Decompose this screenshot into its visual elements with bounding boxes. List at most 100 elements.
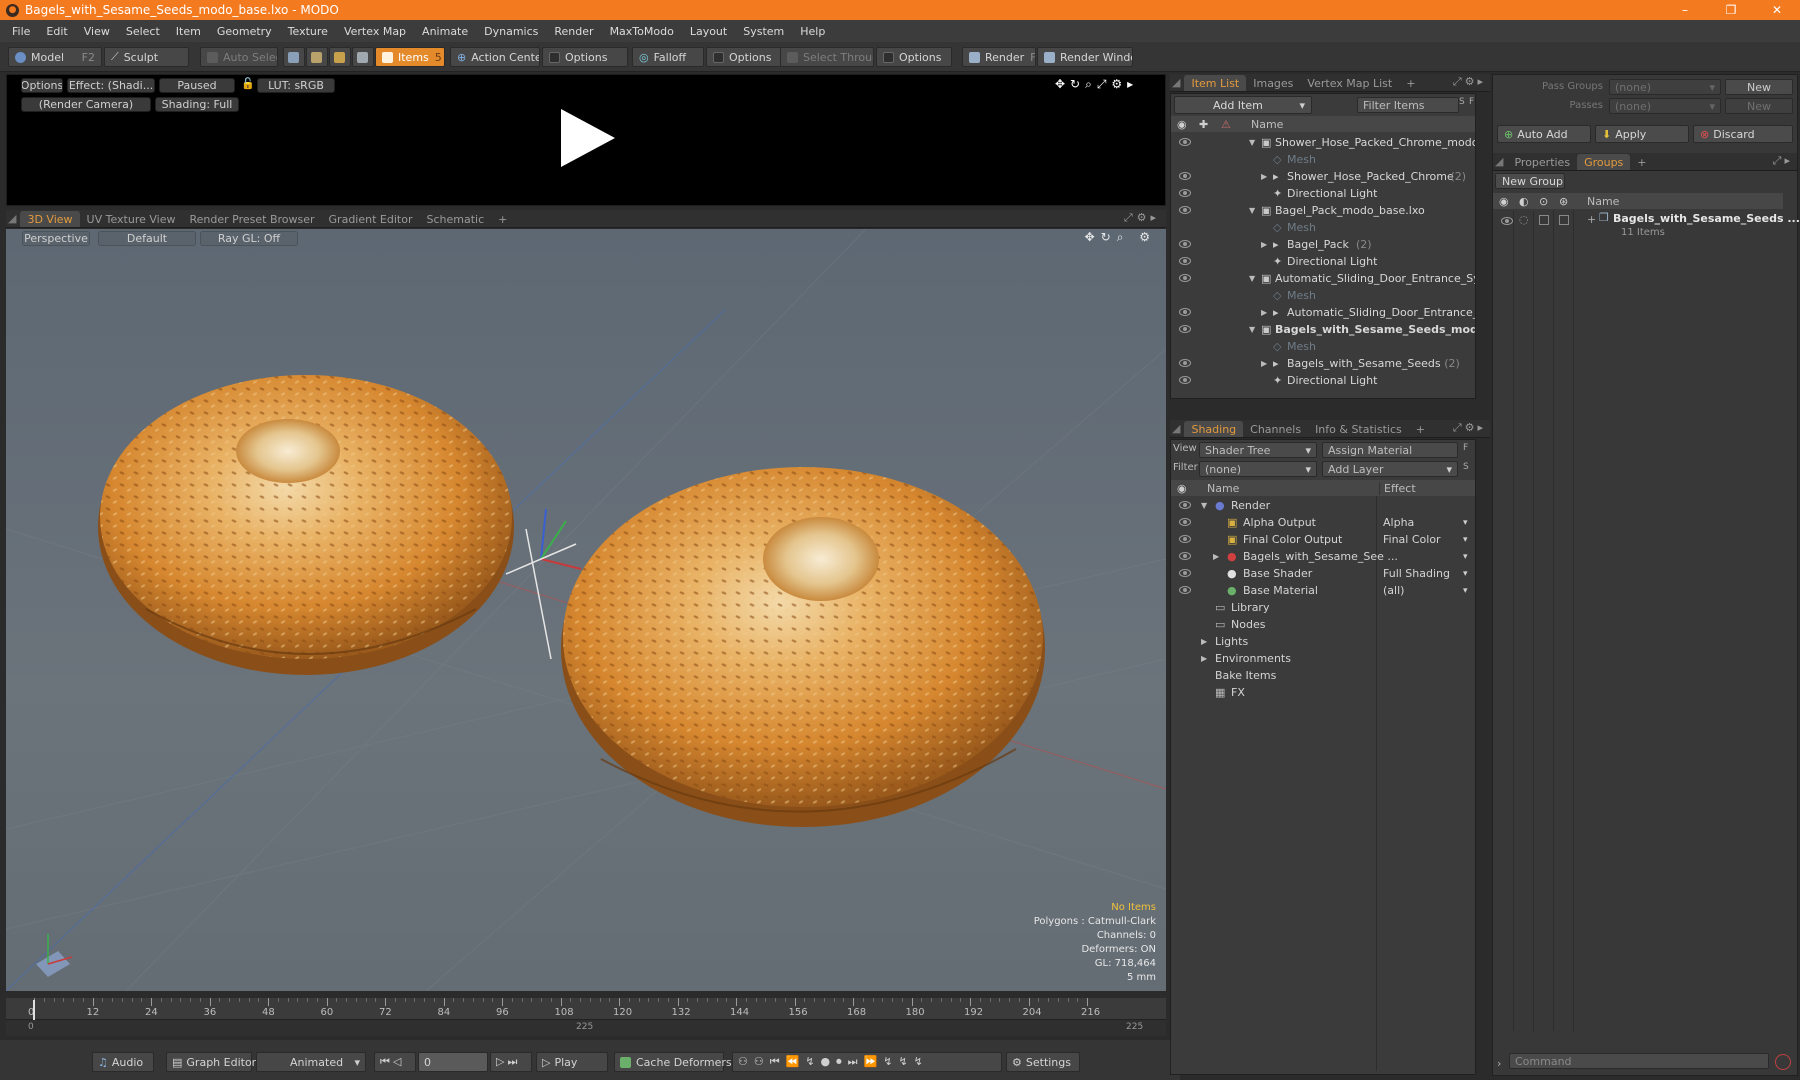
perspective-dropdown[interactable]: Perspective xyxy=(22,231,90,246)
falloff-button[interactable]: ◎ Falloff xyxy=(632,47,704,67)
maximize-button[interactable]: ❐ xyxy=(1708,0,1754,20)
item-row[interactable]: ▶ ▸ Shower_Hose_Packed_Chrome (2) xyxy=(1171,168,1475,185)
eye-icon[interactable] xyxy=(1179,240,1191,248)
expand-arrow-icon[interactable]: ▶ xyxy=(1261,359,1267,368)
collapse-arrow-icon[interactable]: ▼ xyxy=(1249,138,1255,147)
audio-button[interactable]: ♫ Audio xyxy=(92,1052,154,1072)
collapse-arrow-icon[interactable]: ▼ xyxy=(1201,501,1207,510)
item-row[interactable]: ◇ Mesh xyxy=(1171,219,1475,236)
shader-row[interactable]: ● Base Material (all) ▾ xyxy=(1171,582,1475,599)
select-materials-button[interactable] xyxy=(352,47,374,67)
action-center-options-button[interactable]: Options xyxy=(542,47,628,67)
effect-dropdown-arrow-icon[interactable]: ▾ xyxy=(1463,569,1468,579)
item-row[interactable]: ▼ ▣ Bagels_with_Sesame_Seeds_mod... xyxy=(1171,321,1475,338)
sculpt-mode-button[interactable]: ⟋ Sculpt xyxy=(104,47,189,67)
add-layer-dropdown[interactable]: Add Layer ▾ xyxy=(1322,461,1458,477)
select-through-button[interactable]: Select Through xyxy=(780,47,874,67)
add-tab-button[interactable]: + xyxy=(1630,154,1653,170)
shader-row[interactable]: ▼ ● Render xyxy=(1171,497,1475,514)
lock-icon[interactable]: 🔓 xyxy=(241,77,255,90)
tab-info-statistics[interactable]: Info & Statistics xyxy=(1308,421,1409,437)
tab-render-preset-browser[interactable]: Render Preset Browser xyxy=(183,211,322,227)
collapse-arrow-icon[interactable]: ▼ xyxy=(1249,325,1255,334)
effect-dropdown-arrow-icon[interactable]: ▾ xyxy=(1463,518,1468,528)
view-dropdown[interactable]: Shader Tree ▾ xyxy=(1199,442,1317,458)
add-tab-button[interactable]: + xyxy=(491,211,514,227)
tab-properties[interactable]: Properties xyxy=(1507,154,1577,170)
eye-icon[interactable] xyxy=(1179,535,1191,543)
menu-dynamics[interactable]: Dynamics xyxy=(476,25,546,38)
shading-s-toggle[interactable]: S xyxy=(1463,462,1469,472)
item-row[interactable]: ▶ ▸ Automatic_Sliding_Door_Entrance_Sy... xyxy=(1171,304,1475,321)
menu-view[interactable]: View xyxy=(76,25,118,38)
timeline[interactable]: 0 12 24 36 48 60 72 84 96 108 120 132 144 156 168 180 19… xyxy=(6,998,1166,1036)
minimize-button[interactable]: – xyxy=(1662,0,1708,20)
assign-material-button[interactable]: Assign Material xyxy=(1322,442,1458,458)
viewport-expand-icon[interactable]: ⤢⚙▸ xyxy=(1124,211,1160,225)
passes-dropdown[interactable]: (none) ▾ xyxy=(1609,98,1721,114)
eye-icon[interactable] xyxy=(1179,308,1191,316)
model-mode-button[interactable]: Model F2 xyxy=(8,47,102,67)
expand-arrow-icon[interactable]: ▶ xyxy=(1213,552,1219,561)
shader-row[interactable]: ▦ FX xyxy=(1171,684,1475,701)
eye-icon[interactable] xyxy=(1179,172,1191,180)
tab-channels[interactable]: Channels xyxy=(1243,421,1308,437)
add-item-button[interactable]: Add Item ▾ xyxy=(1174,96,1312,114)
select-edges-button[interactable] xyxy=(306,47,328,67)
discard-button[interactable]: ⊗ Discard xyxy=(1693,125,1793,143)
menu-help[interactable]: Help xyxy=(792,25,833,38)
raygl-dropdown[interactable]: Ray GL: Off xyxy=(200,231,298,246)
falloff-options-button[interactable]: Options xyxy=(706,47,782,67)
preview-shading-dropdown[interactable]: Shading: Full xyxy=(155,97,239,112)
tab-gradient-editor[interactable]: Gradient Editor xyxy=(322,211,420,227)
apply-button[interactable]: ⬇ Apply xyxy=(1595,125,1689,143)
eye-icon[interactable] xyxy=(1179,257,1191,265)
menu-maxtomodo[interactable]: MaxToModo xyxy=(602,25,682,38)
shader-row[interactable]: ● Base Shader Full Shading ▾ xyxy=(1171,565,1475,582)
eye-icon[interactable] xyxy=(1179,206,1191,214)
eye-icon[interactable] xyxy=(1501,217,1513,225)
render-button[interactable]: Render F9 xyxy=(962,47,1036,67)
animated-dropdown[interactable]: Animated ▾ xyxy=(256,1052,366,1072)
preview-paused-button[interactable]: Paused xyxy=(159,78,235,93)
tab-item-list[interactable]: Item List xyxy=(1184,75,1247,91)
render-toggle-icon[interactable]: ◌ xyxy=(1519,213,1529,226)
eye-icon[interactable] xyxy=(1179,518,1191,526)
item-row[interactable]: ▶ ▸ Bagel_Pack (2) xyxy=(1171,236,1475,253)
shader-row[interactable]: ▣ Final Color Output Final Color ▾ xyxy=(1171,531,1475,548)
item-row[interactable]: ▼ ▣Automatic_Sliding_Door_Entrance_Syste.… xyxy=(1171,270,1475,287)
new-pass-group-button[interactable]: New xyxy=(1725,79,1793,95)
shader-row[interactable]: ▭ Nodes xyxy=(1171,616,1475,633)
select-polygons-button[interactable] xyxy=(329,47,351,67)
item-row[interactable]: ✦ Directional Light xyxy=(1171,253,1475,270)
new-pass-button[interactable]: New xyxy=(1725,98,1793,114)
eye-icon[interactable] xyxy=(1179,552,1191,560)
menu-layout[interactable]: Layout xyxy=(682,25,735,38)
expand-arrow-icon[interactable]: ▶ xyxy=(1201,654,1207,663)
item-row[interactable]: ◇ Mesh xyxy=(1171,338,1475,355)
effect-value[interactable]: Alpha xyxy=(1383,516,1414,529)
preview-options-button[interactable]: Options xyxy=(21,78,63,93)
3d-viewport[interactable]: Perspective Default Ray GL: Off ✥↻⌕ ⚙ No… xyxy=(6,229,1166,991)
eye-icon[interactable] xyxy=(1179,501,1191,509)
shader-row[interactable]: ▭ Library xyxy=(1171,599,1475,616)
expand-arrow-icon[interactable]: ▶ xyxy=(1261,240,1267,249)
close-button[interactable]: ✕ xyxy=(1754,0,1800,20)
tab-images[interactable]: Images xyxy=(1246,75,1300,91)
menu-file[interactable]: File xyxy=(4,25,38,38)
menu-system[interactable]: System xyxy=(735,25,792,38)
frame-input[interactable]: 0 xyxy=(418,1052,488,1072)
filter-s-toggle[interactable]: S xyxy=(1459,97,1465,107)
preview-nav-icons[interactable]: ✥↻⌕⤢⚙▸ xyxy=(1055,77,1138,92)
menu-item[interactable]: Item xyxy=(168,25,209,38)
panel-expand-icon[interactable]: ⤢⚙▸ xyxy=(1453,421,1486,435)
item-row[interactable]: ✦ Directional Light xyxy=(1171,185,1475,202)
items-mode-button[interactable]: Items 5 xyxy=(375,47,445,67)
settings-button[interactable]: ⚙ Settings xyxy=(1006,1052,1080,1072)
add-tab-button[interactable]: + xyxy=(1399,75,1422,91)
tab-uv-texture-view[interactable]: UV Texture View xyxy=(80,211,183,227)
eye-icon[interactable] xyxy=(1179,325,1191,333)
select-through-options-button[interactable]: Options xyxy=(876,47,952,67)
menu-geometry[interactable]: Geometry xyxy=(209,25,280,38)
auto-select-button[interactable]: Auto Select xyxy=(200,47,278,67)
